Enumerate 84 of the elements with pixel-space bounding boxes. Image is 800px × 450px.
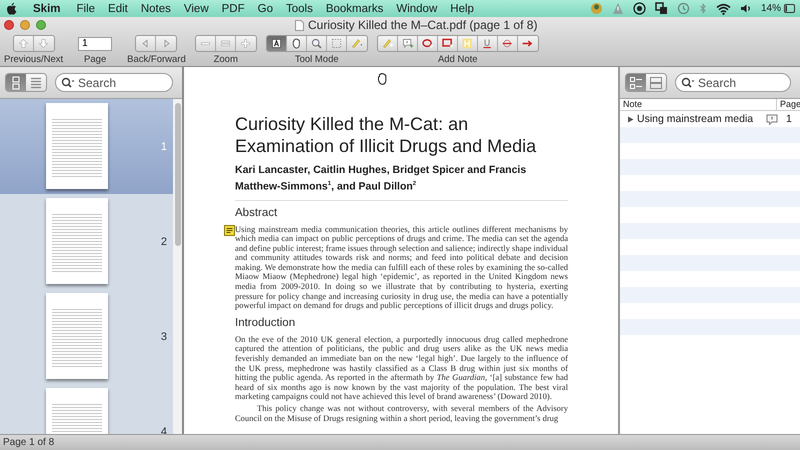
battery-icon[interactable] [784,4,796,13]
search-field[interactable]: Search [675,73,791,92]
menu-item[interactable]: Bookmarks [326,2,384,14]
magnifier-icon [310,37,323,50]
highlighter-icon [350,37,364,50]
search-icon [681,77,695,89]
menu-item[interactable]: Edit [108,2,128,14]
window-title: Curiosity Killed the M–Cat.pdf (page 1 of 8) [308,18,538,32]
document-authors: Kari Lancaster, Caitlin Hughes, Bridget Spicer and Francis Matthew-Simmons$^{1}$, and Paul Dillon$^{2}$ [235,163,568,200]
page-thumbnail[interactable] [46,103,108,189]
menu-item[interactable]: Help [450,2,474,14]
close-button[interactable] [4,20,14,30]
overlapping-squares-icon[interactable] [654,2,668,15]
up-arrow-icon [16,37,30,50]
body-paragraph: This policy change was not without controversy, with several members of the Advisory Council on the Misuse of Drugs resigning within a short period, leaving the government’s drug [235,404,568,424]
text-tool-button[interactable] [266,36,287,51]
bluetooth-icon[interactable] [698,2,707,15]
page-thumbnail[interactable] [46,198,108,284]
note-icon[interactable] [224,224,235,236]
toolbar-label: Page [84,54,106,65]
record-icon[interactable] [632,2,646,15]
view-toggle-button[interactable] [626,74,646,91]
round-status-icon[interactable] [590,2,603,15]
menu-item[interactable]: File [76,2,96,14]
thumbnail-row[interactable]: 3 [0,289,173,384]
page-number: 1 [160,140,167,152]
hand-cursor-icon [376,72,388,85]
view-toggle-button[interactable] [6,74,26,91]
page-thumbnail[interactable] [46,293,108,379]
view-toggle-button[interactable] [646,74,666,91]
menu-item[interactable]: Tools [286,2,313,14]
page-number: 3 [160,330,167,342]
list-view-icon [29,76,43,90]
pencil-icon [380,37,394,50]
note-text: Using mainstream media [637,113,754,125]
minimize-button[interactable] [20,20,30,30]
dotted-selection-icon [330,37,343,50]
note-icon [400,37,414,50]
highlight-icon [460,37,474,50]
list-view-icon [649,76,663,90]
toolbar-label: Back/Forward [127,54,186,65]
toolbar-label: Tool Mode [294,54,339,65]
page-number: 1 [786,113,793,125]
underline-icon [480,37,494,50]
scroll-thumb[interactable] [174,103,180,246]
text-tool-icon [270,37,283,50]
section-heading: Introduction [235,316,296,329]
toolbar-label: Add Note [438,54,478,65]
toolbar-label: Previous/Next [4,54,64,65]
search-field[interactable]: Search [55,73,173,92]
document-title: Curiosity Killed the M-Cat: an Examination of Illicit Drugs and Media [235,113,538,157]
page-number-field[interactable]: 1 [78,36,112,50]
page-number: 2 [160,236,167,248]
down-arrow-icon [37,37,50,50]
search-icon [61,77,75,89]
body-paragraph: Using mainstream media communication theories, this article outlines different mechanisms by which media can impact on public perceptions of drugs and crime. The media can set the agenda and define public interest; frame issues through selection and salience; indirectly shape individual and community attitudes towards risk and norms; and feed into political debate and decision making. We demonstrate how the media can fulfill each of these roles by examining the so-called Miaow Miaow (Mephedrone) legal high ‘epidemic’, as reported in the United Kingdom news media from 2009-2010. In doing so we illustrate that by contributing to hysteria, exerting pressure for policy change and increasing curiosity in drug use, the media can have a potentially powerful impact on demand for drugs and public perceptions of illicit drugs and drugs policy. [235,224,568,311]
note-row[interactable]: Using mainstream media 1 [620,111,800,127]
strikeout-icon [500,37,514,50]
menu-item[interactable]: Notes [140,2,171,14]
menu-item[interactable]: View [184,2,209,14]
speaker-icon[interactable] [740,3,752,14]
section-heading: Abstract [235,206,278,218]
speech-bubble-icon [766,114,778,124]
toolbar-label: Zoom [214,54,238,65]
menu-item[interactable]: Go [258,2,273,14]
menu-item[interactable]: PDF [222,2,245,14]
thumbnail-view-icon [629,76,643,90]
rectangle-icon [440,37,454,50]
disclosure-triangle-icon[interactable] [627,116,634,122]
status-text: Page 1 of 8 [3,437,54,448]
menu-item[interactable]: Window [396,2,438,14]
column-header[interactable]: Note [620,99,777,110]
battery-percentage: 14% [760,3,781,14]
body-paragraph: On the eve of the 2010 UK general election, a purportedly innocuous drug called mephedrone captured the attention of politicians, the public and drug users alike as the UK news media feverishly demanded an immediate ban on the new ‘legal high’. Due largely to the influence of the UK press, mephedrone was hastily classified as a Class B drug within just six months of hitting the public agenda. As reported in the aftermath by The Guardian, ‘[a] substance few had heard of six months ago is now known by the vast majority of the population. The best viral marketing campaigns could not have achieved this level of brand awareness’ (Doward 2010). [235,334,568,402]
zoom-button[interactable] [36,20,46,30]
menu-app-name[interactable]: Skim [33,2,60,14]
wifi-icon[interactable] [716,2,731,14]
clock-icon[interactable] [676,2,690,15]
view-toggle-button[interactable] [26,74,46,91]
document-icon [295,20,304,30]
thumbnail-row[interactable]: 2 [0,194,173,289]
apple-logo-icon[interactable] [6,2,17,15]
alert-icon[interactable] [612,2,624,15]
oval-icon [420,37,434,50]
